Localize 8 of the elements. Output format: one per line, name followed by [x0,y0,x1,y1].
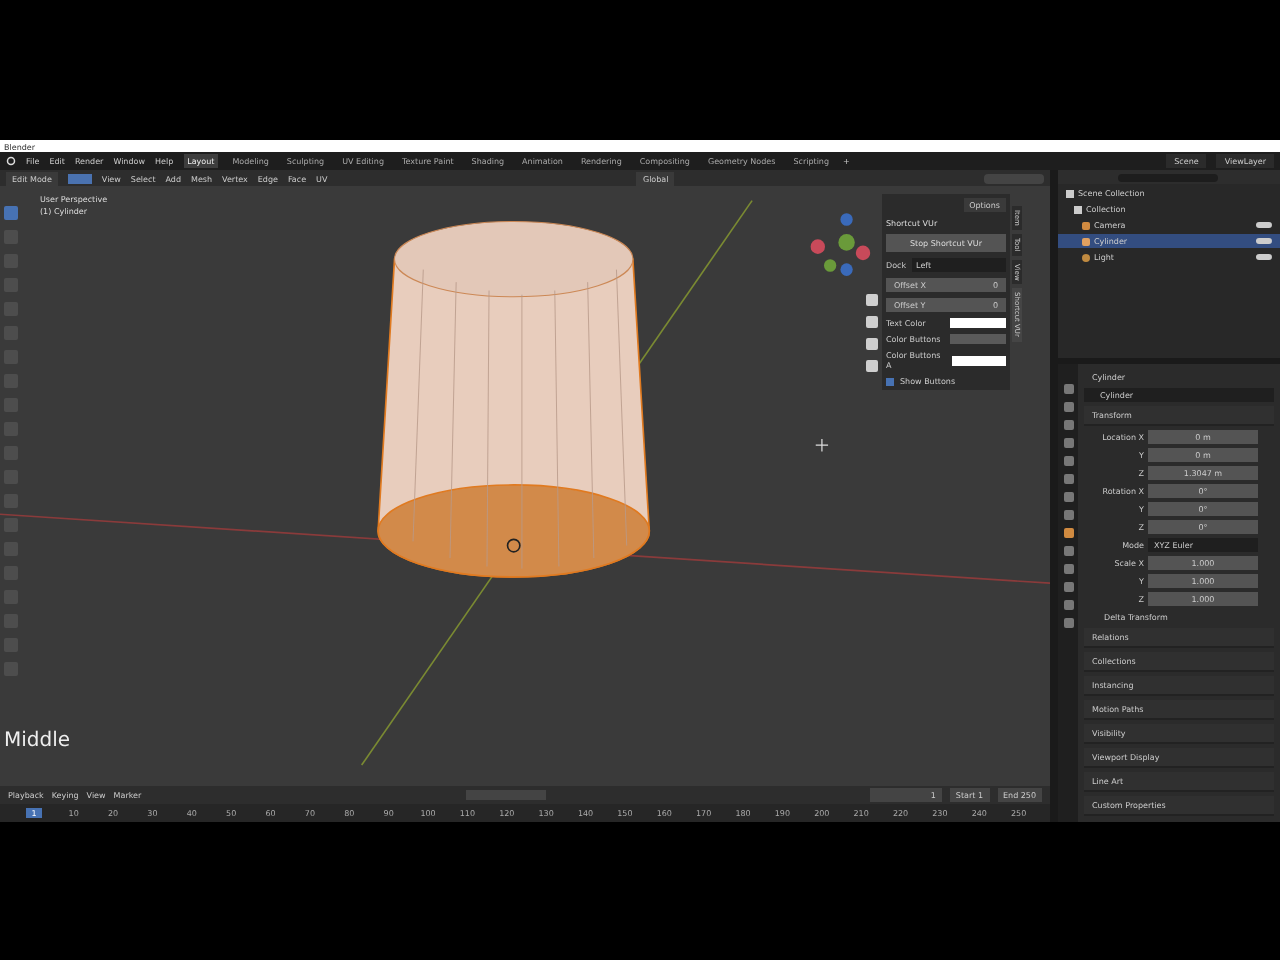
3d-cursor-icon [506,538,521,553]
checkbox[interactable] [886,377,894,385]
shortcut-caption: Middle [4,730,71,752]
color-swatch[interactable] [952,355,1006,365]
color-swatch[interactable] [950,318,1006,328]
color-swatch[interactable] [950,334,1006,344]
mouse-cursor-icon [815,438,829,453]
navigation-gizmo-icon[interactable] [810,213,871,276]
